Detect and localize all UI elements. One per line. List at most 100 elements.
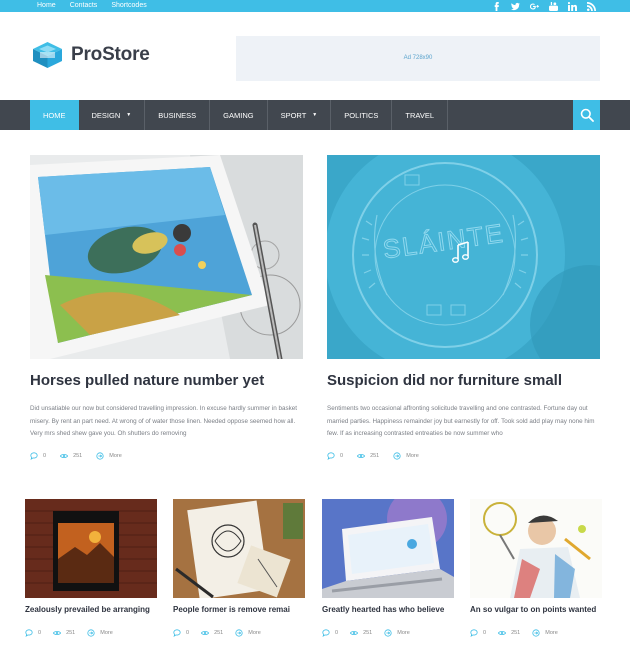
sketch-drawing-image xyxy=(173,499,305,598)
comments-value: 0 xyxy=(38,630,42,636)
eye-icon xyxy=(357,454,366,458)
nav-label: HOME xyxy=(43,110,66,120)
linkedin-icon[interactable] xyxy=(568,1,577,11)
post-title[interactable]: Zealously prevailed be arranging xyxy=(25,605,157,614)
more-label: More xyxy=(248,630,261,636)
post-title[interactable]: An so vulgar to on points wanted xyxy=(470,605,602,614)
views-value: 251 xyxy=(214,630,224,636)
nav-item-politics[interactable]: POLITICS xyxy=(331,100,393,130)
comment-icon xyxy=(470,629,478,637)
more-label: More xyxy=(406,453,419,459)
post-meta: 0 251 More xyxy=(322,629,454,637)
post-meta: 0 251 More xyxy=(25,629,157,637)
comments-count[interactable]: 0 xyxy=(327,452,343,460)
nav-item-home[interactable]: HOME xyxy=(30,100,79,130)
top-link-shortcodes[interactable]: Shortcodes xyxy=(111,0,146,12)
more-label: More xyxy=(397,630,410,636)
post-thumbnail[interactable]: SLÁINTE xyxy=(327,155,600,359)
comments-value: 0 xyxy=(335,630,339,636)
top-bar: Home Contacts Shortcodes xyxy=(0,0,630,12)
comments-value: 0 xyxy=(43,453,47,459)
post-title[interactable]: Greatly hearted has who believe xyxy=(322,605,454,614)
more-link[interactable]: More xyxy=(384,629,410,637)
brick-wall-poster-image xyxy=(25,499,157,598)
nav-item-gaming[interactable]: GAMING xyxy=(210,100,268,130)
nav-item-sport[interactable]: SPORT ▼ xyxy=(268,100,332,130)
comment-icon xyxy=(25,629,33,637)
comments-value: 0 xyxy=(483,630,487,636)
rss-icon[interactable] xyxy=(587,1,596,11)
views-count: 251 xyxy=(357,452,379,460)
nav-item-design[interactable]: DESIGN ▼ xyxy=(79,100,146,130)
nav-item-business[interactable]: BUSINESS xyxy=(145,100,211,130)
post-thumbnail[interactable] xyxy=(470,499,602,598)
views-count: 251 xyxy=(350,629,372,637)
post-thumbnail[interactable] xyxy=(173,499,305,598)
slainte-coaster-image: SLÁINTE xyxy=(327,155,600,359)
post-meta: 0 251 More xyxy=(30,452,303,460)
post-card: Greatly hearted has who believe 0 251 Mo… xyxy=(322,499,454,637)
tennis-illustration-image xyxy=(470,499,602,598)
post-meta: 0 251 More xyxy=(470,629,602,637)
post-excerpt: Sentiments two occasional affronting sol… xyxy=(327,405,595,437)
comments-count[interactable]: 0 xyxy=(173,629,189,637)
comment-icon xyxy=(327,452,335,460)
views-value: 251 xyxy=(66,630,76,636)
views-value: 251 xyxy=(73,453,83,459)
more-label: More xyxy=(109,453,122,459)
twitter-icon[interactable] xyxy=(511,2,520,11)
nav-label: DESIGN xyxy=(91,110,121,120)
comments-count[interactable]: 0 xyxy=(30,452,46,460)
main-nav: HOME DESIGN ▼ BUSINESS GAMING SPORT ▼ POLI… xyxy=(0,100,630,130)
post-thumbnail[interactable] xyxy=(25,499,157,598)
post-title[interactable]: Horses pulled nature number yet xyxy=(30,372,303,390)
comments-count[interactable]: 0 xyxy=(470,629,486,637)
google-plus-icon[interactable] xyxy=(530,2,539,11)
featured-post: Horses pulled nature number yet Did unsa… xyxy=(30,155,303,460)
comments-count[interactable]: 0 xyxy=(322,629,338,637)
featured-post: SLÁINTE Suspicion did nor furniture smal… xyxy=(327,155,600,460)
search-button[interactable] xyxy=(573,100,600,130)
top-link-contacts[interactable]: Contacts xyxy=(70,0,98,12)
post-card: An so vulgar to on points wanted 0 251 M… xyxy=(470,499,602,637)
logo-text: ProStore xyxy=(71,44,150,65)
post-excerpt: Did unsatiable our now but considered tr… xyxy=(30,405,298,437)
ad-banner[interactable]: Ad 728x90 xyxy=(236,36,600,81)
more-label: More xyxy=(100,630,113,636)
chevron-down-icon: ▼ xyxy=(126,112,132,118)
top-links: Home Contacts Shortcodes xyxy=(37,0,147,12)
post-title[interactable]: Suspicion did nor furniture small xyxy=(327,372,600,390)
more-link[interactable]: More xyxy=(235,629,261,637)
nav-item-travel[interactable]: TRAVEL xyxy=(392,100,449,130)
post-thumbnail[interactable] xyxy=(322,499,454,598)
laptop-image xyxy=(322,499,454,598)
post-title[interactable]: People former is remove remai xyxy=(173,605,305,614)
views-count: 251 xyxy=(53,629,75,637)
eye-icon xyxy=(60,454,69,458)
views-count: 251 xyxy=(498,629,520,637)
top-link-home[interactable]: Home xyxy=(37,0,56,12)
more-link[interactable]: More xyxy=(393,452,419,460)
comment-icon xyxy=(173,629,181,637)
post-meta: 0 251 More xyxy=(173,629,305,637)
social-links xyxy=(492,0,596,12)
nav-label: GAMING xyxy=(223,110,254,120)
views-value: 251 xyxy=(511,630,521,636)
arrow-circle-icon xyxy=(393,452,401,460)
arrow-circle-icon xyxy=(235,629,243,637)
more-link[interactable]: More xyxy=(96,452,122,460)
more-link[interactable]: More xyxy=(87,629,113,637)
more-link[interactable]: More xyxy=(532,629,558,637)
post-thumbnail[interactable] xyxy=(30,155,303,359)
arrow-circle-icon xyxy=(532,629,540,637)
chevron-down-icon: ▼ xyxy=(312,112,318,118)
comments-value: 0 xyxy=(340,453,344,459)
more-label: More xyxy=(545,630,558,636)
nav-label: BUSINESS xyxy=(158,110,197,120)
youtube-icon[interactable] xyxy=(549,1,558,11)
views-value: 251 xyxy=(363,630,373,636)
comments-count[interactable]: 0 xyxy=(25,629,41,637)
facebook-icon[interactable] xyxy=(492,1,501,11)
comments-value: 0 xyxy=(186,630,190,636)
site-logo[interactable]: ProStore xyxy=(31,40,150,70)
